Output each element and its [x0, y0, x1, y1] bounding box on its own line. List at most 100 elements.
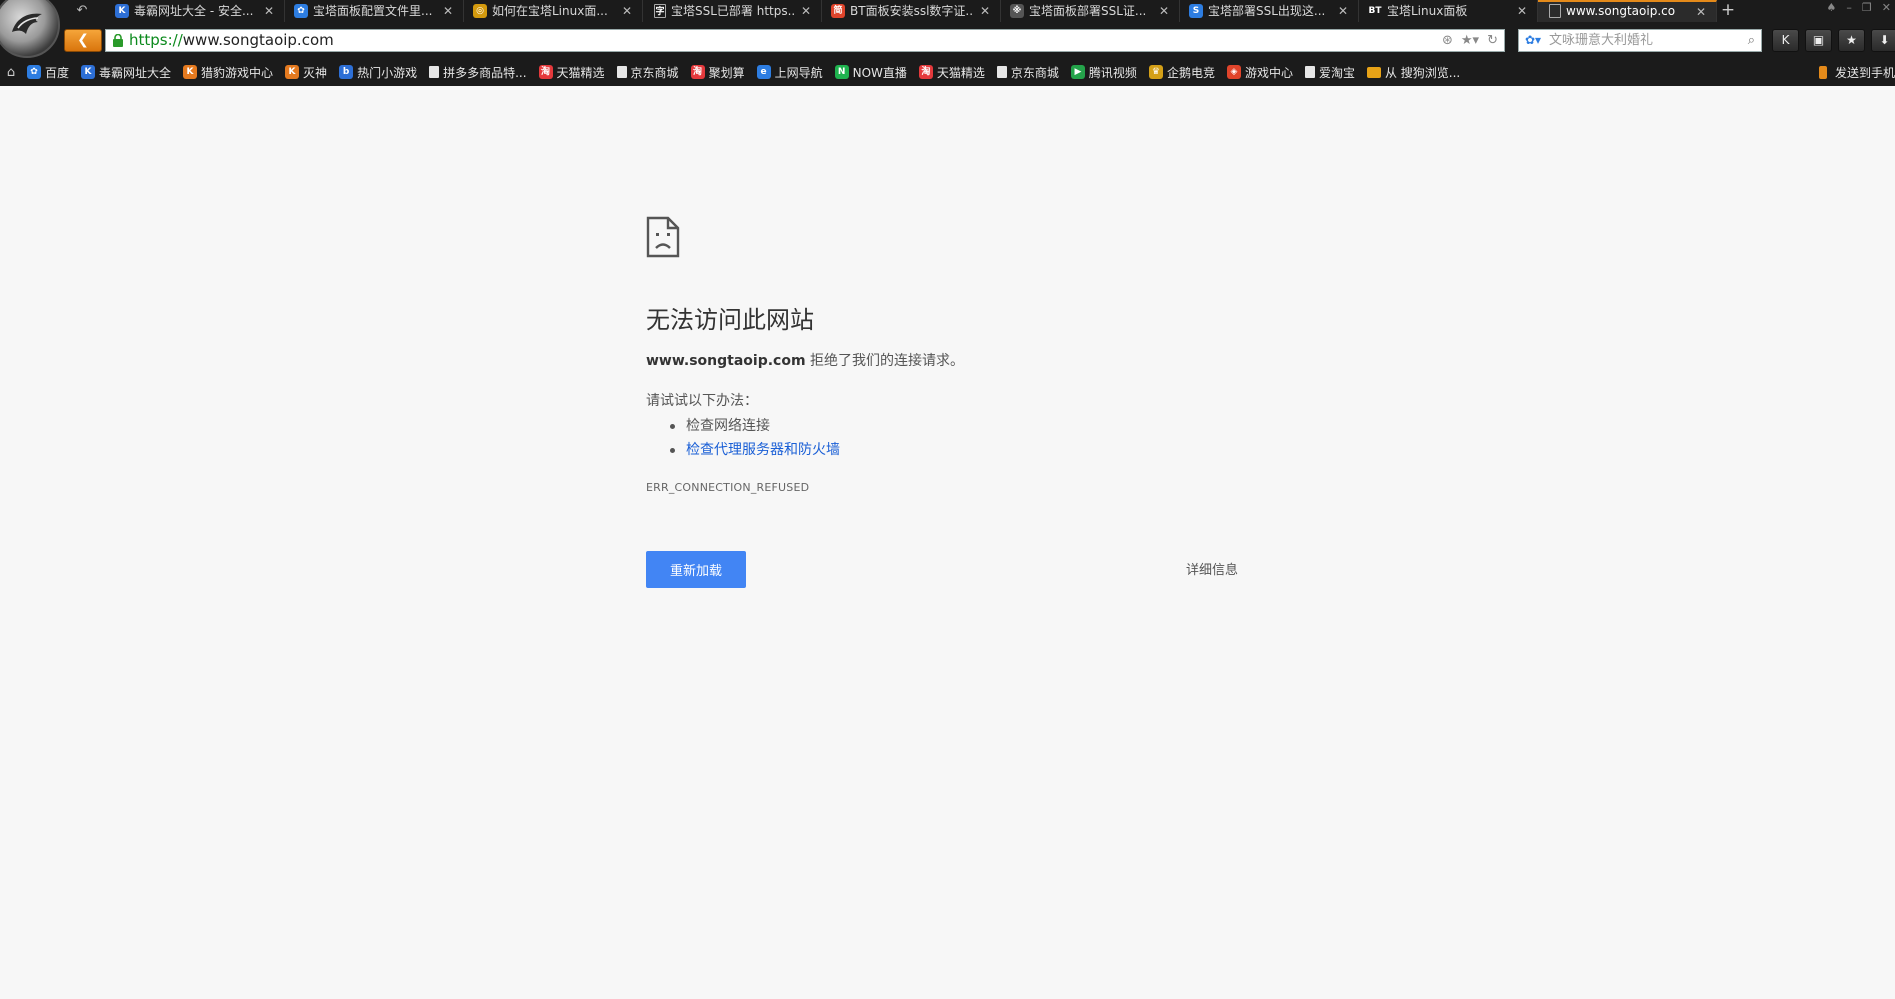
- close-tab-icon[interactable]: ✕: [443, 3, 453, 19]
- taobao-icon: 淘: [538, 65, 553, 79]
- bookmark-label: 天猫精选: [936, 65, 985, 80]
- suggestion-check-network: 检查网络连接: [646, 414, 840, 438]
- page-icon: 字: [654, 4, 666, 18]
- bookmark-item[interactable]: 从 搜狗浏览...: [1362, 61, 1467, 83]
- bookmark-item[interactable]: ♛ 企鹅电竞: [1144, 61, 1222, 83]
- tab[interactable]: ※ 宝塔面板部署SSL证... ✕: [1001, 0, 1180, 22]
- back-button[interactable]: ❮: [64, 29, 102, 52]
- video-icon: ▶: [1070, 65, 1085, 79]
- new-tab-icon[interactable]: +: [1717, 0, 1739, 22]
- close-tab-icon[interactable]: ✕: [1338, 3, 1348, 19]
- search-engine-paw-icon[interactable]: ✿▾: [1525, 33, 1541, 48]
- bookmark-item[interactable]: N NOW直播: [830, 61, 914, 83]
- bookmark-item[interactable]: 淘聚划算: [686, 61, 752, 83]
- tab[interactable]: ✿ 宝塔面板配置文件里... ✕: [285, 0, 464, 22]
- secure-lock-icon: [113, 34, 123, 47]
- s-logo-icon: S: [1189, 4, 1203, 18]
- tab[interactable]: 字宝塔SSL已部署 https... ✕: [643, 0, 822, 22]
- undo-close-tab-icon[interactable]: ↶: [70, 2, 94, 20]
- tab[interactable]: 简 BT面板安装ssl数字证... ✕: [822, 0, 1001, 22]
- page-icon: [429, 66, 440, 78]
- maximize-icon[interactable]: ❐: [1862, 1, 1872, 14]
- ie-icon: e: [756, 65, 771, 79]
- k-orange-icon: K: [285, 65, 300, 79]
- gamepad-icon: ◈: [1226, 65, 1241, 79]
- tab-title: 宝塔面板部署SSL证...: [1029, 4, 1147, 18]
- tab[interactable]: S 宝塔部署SSL出现这... ✕: [1180, 0, 1359, 22]
- privacy-lock-button[interactable]: ▣: [1805, 29, 1832, 52]
- close-tab-icon[interactable]: ✕: [1696, 4, 1706, 20]
- details-button[interactable]: 详细信息: [1186, 559, 1238, 578]
- send-to-phone[interactable]: 发送到手机: [1818, 61, 1895, 83]
- bookmark-item[interactable]: K 灭神: [280, 61, 334, 83]
- bookmark-item[interactable]: 拼多多商品特...: [424, 61, 533, 83]
- close-tab-icon[interactable]: ✕: [622, 3, 632, 19]
- taobao-icon: 淘: [690, 65, 705, 79]
- page-icon: [1549, 4, 1561, 18]
- bookmark-label: 灭神: [303, 65, 328, 80]
- bookmark-item[interactable]: 淘天猫精选: [534, 61, 612, 83]
- bookmark-item[interactable]: K 猎豹游戏中心: [178, 61, 280, 83]
- csdn-icon: 简: [831, 4, 845, 18]
- bookmark-label: 游戏中心: [1244, 65, 1293, 80]
- bookmark-item[interactable]: 京东商城: [612, 61, 686, 83]
- error-title: 无法访问此网站: [646, 306, 814, 334]
- browser-chrome: ↶ K 毒霸网址大全 - 安全... ✕ ✿ 宝塔面板配置文件里... ✕ ◎ 如何在宝塔Li…: [0, 0, 1895, 86]
- bookmark-item[interactable]: e 上网导航: [752, 61, 830, 83]
- bookmark-label: 企鹅电竞: [1166, 65, 1215, 80]
- page-icon: [1304, 66, 1315, 78]
- suggestion-check-proxy-link[interactable]: 检查代理服务器和防火墙: [646, 438, 840, 462]
- tab-title: www.songtaoip.co: [1566, 4, 1676, 18]
- close-tab-icon[interactable]: ✕: [1159, 3, 1169, 19]
- close-tab-icon[interactable]: ✕: [1517, 3, 1527, 19]
- k-logo-icon: K: [115, 4, 129, 18]
- close-tab-icon[interactable]: ✕: [980, 3, 990, 19]
- bookmark-item[interactable]: b 热门小游戏: [334, 61, 424, 83]
- tab-strip: K 毒霸网址大全 - 安全... ✕ ✿ 宝塔面板配置文件里... ✕ ◎ 如何在宝塔Linu…: [106, 0, 1739, 22]
- tab[interactable]: www.songtaoip.co ✕: [1538, 0, 1717, 22]
- bookmark-item[interactable]: ◈ 游戏中心: [1222, 61, 1300, 83]
- search-icon[interactable]: ⌕: [1748, 32, 1755, 49]
- lock-icon: ▣: [1812, 33, 1825, 47]
- tab[interactable]: BT 宝塔Linux面板 ✕: [1359, 0, 1538, 22]
- sad-page-icon: [646, 216, 680, 258]
- k-security-button[interactable]: K: [1772, 29, 1799, 52]
- bookmark-item[interactable]: 京东商城: [992, 61, 1066, 83]
- search-input[interactable]: 文咏珊意大利婚礼: [1549, 32, 1739, 49]
- close-tab-icon[interactable]: ✕: [264, 3, 274, 19]
- bookmark-item[interactable]: K 毒霸网址大全: [76, 61, 178, 83]
- phone-icon: [1818, 65, 1827, 79]
- bookmark-item[interactable]: 爱淘宝: [1300, 61, 1362, 83]
- skin-icon[interactable]: ♠: [1827, 1, 1837, 14]
- close-tab-icon[interactable]: ✕: [801, 3, 811, 19]
- tab[interactable]: K 毒霸网址大全 - 安全... ✕: [106, 0, 285, 22]
- bookmark-label: 天猫精选: [556, 65, 605, 80]
- bookmark-label: 毒霸网址大全: [99, 65, 172, 80]
- bookmark-item[interactable]: 淘天猫精选: [914, 61, 992, 83]
- bookmark-star-icon[interactable]: ★▾: [1461, 32, 1479, 49]
- tab-title: 宝塔部署SSL出现这...: [1208, 4, 1326, 18]
- bookmark-item[interactable]: ▶ 腾讯视频: [1066, 61, 1144, 83]
- minimize-icon[interactable]: –: [1846, 1, 1852, 14]
- tab-title: 如何在宝塔Linux面...: [492, 4, 608, 18]
- search-box[interactable]: ✿▾ 文咏珊意大利婚礼 ⌕: [1518, 29, 1762, 52]
- error-message: 拒绝了我们的连接请求。: [805, 353, 965, 369]
- bookmark-label: NOW直播: [852, 65, 907, 80]
- tab-title: 毒霸网址大全 - 安全...: [134, 4, 254, 18]
- address-text[interactable]: https://www.songtaoip.com: [129, 31, 334, 50]
- close-window-icon[interactable]: ✕: [1882, 1, 1891, 14]
- star-icon: ★: [1846, 33, 1857, 47]
- compat-mode-icon[interactable]: ⊛: [1442, 32, 1453, 49]
- bookmark-item[interactable]: ✿ 百度: [22, 61, 76, 83]
- download-button[interactable]: ⬇: [1871, 29, 1895, 52]
- home-icon[interactable]: ⌂: [0, 65, 22, 80]
- address-bar-actions: ⊛ ★▾ ↻: [1442, 32, 1498, 49]
- reload-icon[interactable]: ↻: [1487, 32, 1498, 49]
- favorites-button[interactable]: ★: [1838, 29, 1865, 52]
- browser-logo-icon[interactable]: [0, 0, 60, 58]
- tab[interactable]: ◎ 如何在宝塔Linux面... ✕: [464, 0, 643, 22]
- error-host: www.songtaoip.com: [646, 353, 806, 369]
- suggestion-list: 检查网络连接 检查代理服务器和防火墙: [646, 414, 840, 462]
- reload-button[interactable]: 重新加载: [646, 551, 746, 588]
- address-bar[interactable]: https://www.songtaoip.com ⊛ ★▾ ↻: [105, 29, 1505, 52]
